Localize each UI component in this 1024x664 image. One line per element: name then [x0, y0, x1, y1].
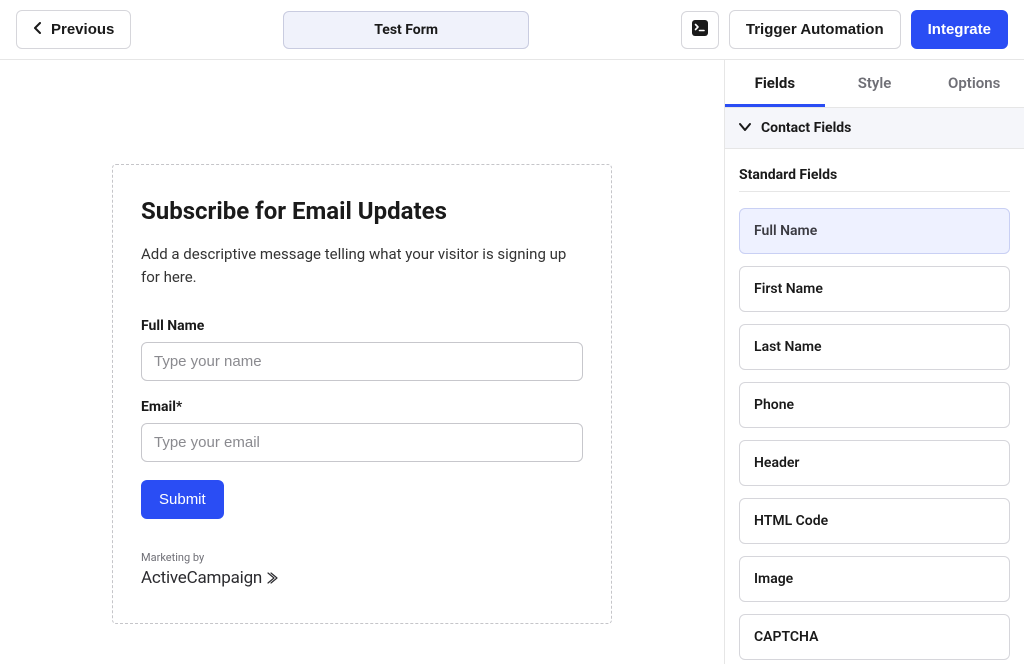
chevron-left-icon — [33, 21, 43, 38]
terminal-icon — [691, 19, 709, 41]
fullname-label: Full Name — [141, 318, 583, 334]
field-chip-full-name[interactable]: Full Name — [739, 208, 1010, 254]
field-chip-captcha[interactable]: CAPTCHA — [739, 614, 1010, 660]
email-label: Email* — [141, 399, 583, 415]
trigger-automation-label: Trigger Automation — [746, 21, 884, 38]
sidebar-body: Standard Fields Full Name First Name Las… — [725, 149, 1024, 664]
sidebar-tabs: Fields Style Options — [725, 60, 1024, 108]
standard-fields-title: Standard Fields — [739, 167, 1010, 192]
integrate-label: Integrate — [928, 21, 991, 38]
form-field-fullname: Full Name — [141, 318, 583, 381]
field-chip-first-name[interactable]: First Name — [739, 266, 1010, 312]
accordion-contact-fields[interactable]: Contact Fields — [725, 108, 1024, 149]
branding-prefix: Marketing by — [141, 551, 583, 564]
field-chip-phone[interactable]: Phone — [739, 382, 1010, 428]
previous-label: Previous — [51, 21, 114, 38]
tab-fields[interactable]: Fields — [725, 60, 825, 107]
form-field-email: Email* — [141, 399, 583, 462]
field-chip-last-name[interactable]: Last Name — [739, 324, 1010, 370]
form-preview-card[interactable]: Subscribe for Email Updates Add a descri… — [112, 164, 612, 624]
previous-button[interactable]: Previous — [16, 10, 131, 49]
fullname-input[interactable] — [141, 342, 583, 381]
tab-options[interactable]: Options — [924, 60, 1024, 107]
form-name-input[interactable]: Test Form — [283, 11, 529, 49]
field-chip-html-code[interactable]: HTML Code — [739, 498, 1010, 544]
branding-logo[interactable]: ActiveCampaign — [141, 568, 583, 588]
code-button[interactable] — [681, 11, 719, 49]
brand-chevron-icon — [266, 572, 278, 584]
sidebar: Fields Style Options Contact Fields Stan… — [724, 60, 1024, 664]
submit-button[interactable]: Submit — [141, 480, 224, 519]
form-description: Add a descriptive message telling what y… — [141, 243, 581, 290]
branding-name: ActiveCampaign — [141, 568, 262, 588]
branding: Marketing by ActiveCampaign — [141, 551, 583, 588]
chevron-down-icon — [739, 120, 751, 136]
form-heading: Subscribe for Email Updates — [141, 197, 583, 225]
topbar: Previous Test Form Trigger Automation In… — [0, 0, 1024, 60]
field-chip-image[interactable]: Image — [739, 556, 1010, 602]
trigger-automation-button[interactable]: Trigger Automation — [729, 10, 901, 49]
main-area: Subscribe for Email Updates Add a descri… — [0, 60, 1024, 664]
email-input[interactable] — [141, 423, 583, 462]
tab-style[interactable]: Style — [825, 60, 925, 107]
integrate-button[interactable]: Integrate — [911, 10, 1008, 49]
canvas-area: Subscribe for Email Updates Add a descri… — [0, 60, 724, 664]
field-chip-header[interactable]: Header — [739, 440, 1010, 486]
accordion-label: Contact Fields — [761, 120, 851, 136]
